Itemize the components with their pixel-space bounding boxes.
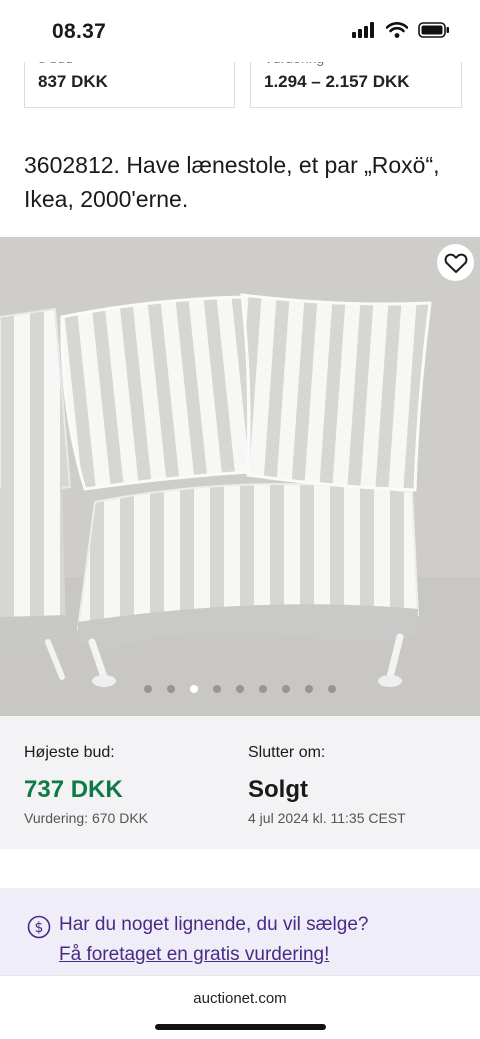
product-photo bbox=[0, 237, 480, 716]
carousel-dot[interactable] bbox=[259, 685, 267, 693]
carousel-pagination bbox=[0, 685, 480, 693]
lot-image-carousel[interactable] bbox=[0, 237, 480, 716]
dollar-circle-icon: $ bbox=[27, 915, 51, 939]
ends-section: Slutter om: Solgt 4 jul 2024 kl. 11:35 C… bbox=[248, 744, 406, 826]
highest-bid-section: Højeste bud: 737 DKK Vurdering: 670 DKK bbox=[24, 744, 148, 826]
sale-status-value: Solgt bbox=[248, 776, 308, 803]
heart-icon bbox=[444, 253, 467, 273]
browser-bottom-bar: auctionet.com bbox=[0, 975, 480, 1039]
wifi-icon bbox=[386, 22, 408, 38]
url-label[interactable]: auctionet.com bbox=[0, 990, 480, 1007]
sell-promo-banner: $ Har du noget lignende, du vil sælge? F… bbox=[0, 888, 480, 975]
status-time: 08.37 bbox=[52, 20, 107, 43]
home-indicator[interactable] bbox=[155, 1024, 326, 1030]
carousel-dot[interactable] bbox=[190, 685, 198, 693]
free-valuation-link[interactable]: Få foretaget en gratis vurdering! bbox=[59, 944, 329, 966]
highest-bid-value: 737 DKK bbox=[24, 776, 123, 803]
svg-text:$: $ bbox=[35, 920, 44, 936]
highest-bid-label: Højeste bud: bbox=[24, 744, 115, 761]
end-date-text: 4 jul 2024 kl. 11:35 CEST bbox=[248, 810, 406, 826]
battery-icon bbox=[418, 22, 449, 38]
status-bar: 08.37 bbox=[0, 0, 480, 62]
carousel-dot[interactable] bbox=[282, 685, 290, 693]
promo-text: Har du noget lignende, du vil sælge? bbox=[59, 914, 369, 935]
estimate-range-value: 1.294 – 2.157 DKK bbox=[264, 72, 410, 91]
carousel-dot[interactable] bbox=[236, 685, 244, 693]
carousel-dot[interactable] bbox=[213, 685, 221, 693]
lot-title: 3602812. Have lænestole, et par „Roxö“, … bbox=[24, 152, 440, 212]
carousel-dot[interactable] bbox=[167, 685, 175, 693]
carousel-dot[interactable] bbox=[144, 685, 152, 693]
bid-info-panel: Højeste bud: 737 DKK Vurdering: 670 DKK … bbox=[0, 716, 480, 849]
status-icons bbox=[352, 22, 450, 38]
carousel-dot[interactable] bbox=[305, 685, 313, 693]
estimate-text: Vurdering: 670 DKK bbox=[24, 810, 148, 826]
favorite-button[interactable] bbox=[437, 244, 474, 281]
ends-label: Slutter om: bbox=[248, 744, 326, 761]
carousel-dot[interactable] bbox=[328, 685, 336, 693]
current-bid-value: 837 DKK bbox=[38, 72, 108, 91]
cellular-signal-icon bbox=[352, 22, 374, 38]
